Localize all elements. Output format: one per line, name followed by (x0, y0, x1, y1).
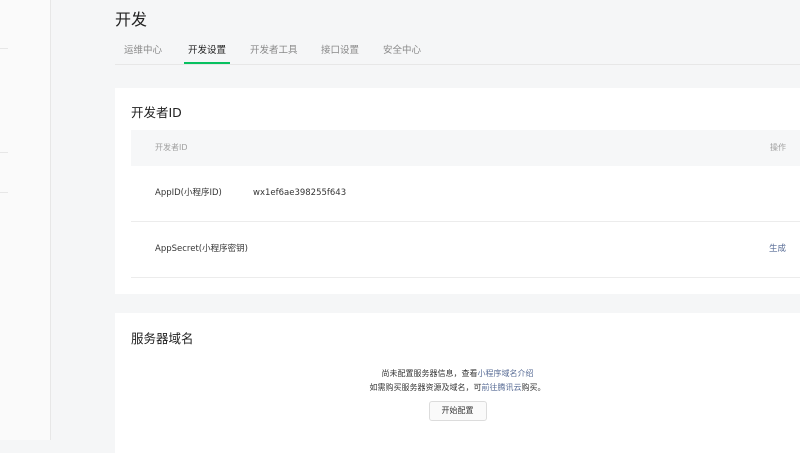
empty-state-line: 如需购买服务器资源及域名，可前往腾讯云购买。 (115, 381, 800, 395)
table-row: AppSecret(小程序密钥) 生成 (131, 222, 800, 278)
page-title: 开发 (115, 10, 148, 29)
app-id-value: wx1ef6ae398255f643 (253, 188, 347, 198)
sidebar-divider (0, 192, 8, 193)
tab-dev-tools[interactable]: 开发者工具 (250, 40, 298, 62)
field-label: AppID(小程序ID) (155, 188, 222, 198)
tab-security-center[interactable]: 安全中心 (383, 40, 421, 62)
empty-state: 尚未配置服务器信息，查看小程序域名介绍 如需购买服务器资源及域名，可前往腾讯云购… (115, 367, 800, 421)
sidebar (0, 0, 51, 440)
sidebar-divider (0, 48, 8, 49)
info-text: 尚未配置服务器信息，查看 (381, 369, 478, 378)
tencent-cloud-link[interactable]: 前往腾讯云 (482, 383, 522, 392)
info-text: 如需购买服务器资源及域名，可 (369, 383, 482, 392)
start-config-button[interactable]: 开始配置 (428, 401, 487, 421)
sidebar-divider (0, 152, 8, 153)
table-header: 开发者ID 操作 (131, 130, 800, 166)
tab-dev-settings[interactable]: 开发设置 (183, 40, 231, 64)
server-domain-card: 服务器域名 尚未配置服务器信息，查看小程序域名介绍 如需购买服务器资源及域名，可… (115, 313, 800, 453)
table-row: AppID(小程序ID) wx1ef6ae398255f643 (131, 166, 800, 222)
empty-state-line: 尚未配置服务器信息，查看小程序域名介绍 (115, 367, 800, 381)
field-label: AppSecret(小程序密钥) (155, 244, 248, 254)
domain-intro-link[interactable]: 小程序域名介绍 (478, 369, 534, 378)
main-content: 开发 运维中心 开发设置 开发者工具 接口设置 安全中心 开发者ID 开发者ID… (50, 0, 800, 453)
section-title: 开发者ID (131, 105, 182, 120)
column-header: 开发者ID (155, 143, 188, 152)
generate-secret-link[interactable]: 生成 (769, 222, 786, 277)
developer-id-card: 开发者ID 开发者ID 操作 AppID(小程序ID) wx1ef6ae3982… (115, 88, 800, 294)
tab-api-settings[interactable]: 接口设置 (321, 40, 359, 62)
tab-ops-center[interactable]: 运维中心 (124, 40, 162, 62)
section-title: 服务器域名 (131, 331, 194, 346)
info-text: 购买。 (521, 383, 546, 392)
tab-bar: 运维中心 开发设置 开发者工具 接口设置 安全中心 (115, 40, 800, 65)
column-header: 操作 (770, 143, 786, 152)
developer-id-table: 开发者ID 操作 AppID(小程序ID) wx1ef6ae398255f643… (131, 130, 800, 278)
